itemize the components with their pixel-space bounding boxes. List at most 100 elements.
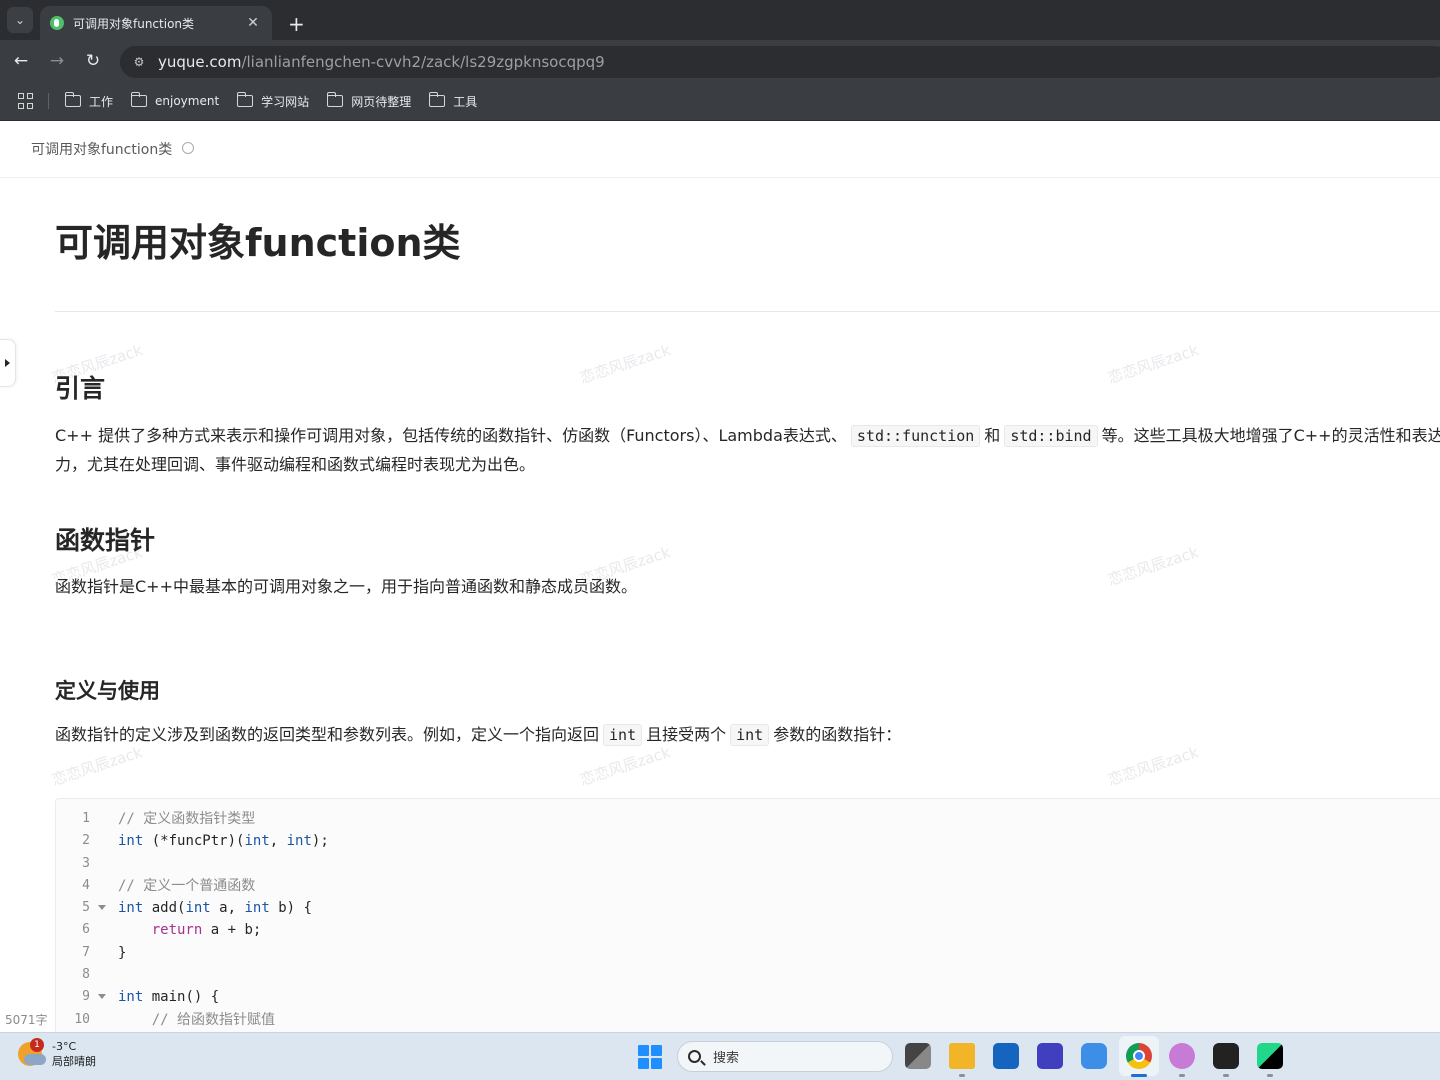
- close-icon[interactable]: ✕: [244, 15, 262, 31]
- search-placeholder: 搜索: [713, 1051, 740, 1066]
- weather-text: -3°C 局部晴朗: [52, 1039, 96, 1069]
- apps-grid-icon[interactable]: [18, 93, 34, 109]
- cat-app-icon[interactable]: [1169, 1043, 1195, 1069]
- url-host: yuque.com: [158, 53, 242, 71]
- code-block[interactable]: 1 // 定义函数指针类型 2 int (*funcPtr)(int, int); 3 4…: [55, 798, 1440, 1032]
- running-indicator: [1267, 1074, 1273, 1077]
- start-button[interactable]: [638, 1045, 662, 1069]
- bookmark-folder-enjoyment[interactable]: enjoyment: [130, 92, 220, 108]
- browser-tab[interactable]: 可调用对象function类 ✕: [40, 6, 272, 40]
- address-bar[interactable]: ⚙ yuque.com/lianlianfengchen-cvvh2/zack/…: [120, 46, 1440, 78]
- sync-status-icon[interactable]: [182, 142, 195, 154]
- inline-code: int: [730, 724, 770, 746]
- running-indicator: [959, 1074, 965, 1077]
- bookmark-folder-pages[interactable]: 网页待整理: [326, 92, 412, 110]
- inline-code: int: [603, 724, 643, 746]
- weather-widget[interactable]: 1 -3°C 局部晴朗: [18, 1038, 96, 1069]
- yuque-favicon-icon: [50, 16, 64, 30]
- heading-definition-usage: 定义与使用: [55, 679, 160, 703]
- heading-function-pointer: 函数指针: [55, 526, 156, 555]
- new-tab-button[interactable]: +: [288, 14, 305, 34]
- folder-icon: [130, 92, 148, 107]
- text-run: 和: [984, 426, 1001, 445]
- watermark: 恋恋风辰zack: [1105, 542, 1201, 590]
- line-number: 8: [82, 967, 90, 983]
- bookmark-label: enjoyment: [155, 94, 220, 108]
- video-app-icon[interactable]: [1213, 1043, 1239, 1069]
- code-text: int add(int a, int b) {: [118, 900, 312, 917]
- site-info-icon[interactable]: ⚙: [130, 53, 148, 71]
- running-indicator: [1223, 1074, 1229, 1077]
- app-a-icon[interactable]: [1081, 1043, 1107, 1069]
- url-text[interactable]: yuque.com/lianlianfengchen-cvvh2/zack/ls…: [158, 53, 605, 71]
- fold-caret-icon[interactable]: [98, 994, 106, 1000]
- bookmark-label: 网页待整理: [351, 94, 412, 109]
- code-line: 7}: [56, 942, 1440, 964]
- code-text: // 给函数指针赋值: [118, 1011, 276, 1028]
- arrow-right-icon: →: [49, 51, 65, 71]
- title-divider: [55, 311, 1440, 312]
- bookmark-folder-study[interactable]: 学习网站: [236, 92, 310, 110]
- chrome-taskbar-button[interactable]: [1119, 1036, 1159, 1076]
- clion-icon[interactable]: [1257, 1043, 1283, 1069]
- breadcrumb[interactable]: 可调用对象function类: [31, 139, 172, 159]
- inline-code: std::function: [850, 425, 981, 447]
- temperature: -3°C: [52, 1040, 77, 1053]
- intro-paragraph-line-1: C++ 提供了多种方式来表示和操作可调用对象，包括传统的函数指针、仿函数（Fun…: [55, 421, 1440, 451]
- line-number: 6: [82, 922, 90, 938]
- code-line: 3: [56, 853, 1440, 875]
- folder-icon: [64, 92, 81, 107]
- bookmark-folder-tools[interactable]: 工具: [428, 92, 478, 110]
- app-m-icon[interactable]: [1037, 1043, 1063, 1069]
- line-number: 3: [82, 855, 90, 871]
- code-line: 8: [56, 964, 1440, 986]
- file-explorer-icon[interactable]: [949, 1043, 975, 1069]
- definition-paragraph: 函数指针的定义涉及到函数的返回类型和参数列表。例如，定义一个指向返回 int 且接受…: [55, 720, 901, 750]
- code-text: int main() {: [118, 989, 220, 1006]
- code-text: return a + b;: [151, 922, 262, 939]
- bookmark-folder-work[interactable]: 工作: [64, 92, 113, 110]
- sidebar-toggle-button[interactable]: [0, 339, 16, 387]
- fold-caret-icon[interactable]: [98, 905, 106, 911]
- document-page: 可调用对象function类 恋恋风辰zack 恋恋风辰zack 恋恋风辰zac…: [0, 121, 1440, 1032]
- code-text: }: [118, 944, 127, 961]
- code-line: 1 // 定义函数指针类型: [56, 808, 1440, 830]
- forward-button[interactable]: →: [42, 46, 72, 76]
- text-run: 参数的函数指针：: [773, 725, 902, 744]
- browser-toolbar: ← → ↻ ⚙ yuque.com/lianlianfengchen-cvvh2…: [0, 40, 1440, 82]
- line-number: 2: [82, 833, 90, 849]
- line-number: 7: [82, 944, 90, 960]
- bookmark-label: 工具: [453, 94, 478, 109]
- code-line: 5 int add(int a, int b) {: [56, 897, 1440, 919]
- reload-button[interactable]: ↻: [78, 46, 108, 76]
- heading-intro: 引言: [55, 374, 106, 403]
- intro-paragraph-line-2: 力，尤其在处理回调、事件驱动编程和函数式编程时表现尤为出色。: [55, 455, 536, 474]
- line-number: 1: [82, 811, 90, 826]
- chevron-down-icon: ⌄: [14, 13, 26, 27]
- text-run: 等。这些工具极大地增强了C++的灵活性和表达力: [1101, 426, 1440, 445]
- partly-sunny-icon: 1: [18, 1038, 46, 1066]
- code-line: 9 int main() {: [56, 986, 1440, 1008]
- function-pointer-paragraph: 函数指针是C++中最基本的可调用对象之一，用于指向普通函数和静态成员函数。: [55, 577, 637, 596]
- bookmark-label: 学习网站: [261, 94, 310, 109]
- page-title: 可调用对象function类: [55, 221, 461, 265]
- microsoft-store-icon[interactable]: [993, 1043, 1019, 1069]
- document-header: 可调用对象function类: [0, 121, 1440, 178]
- taskbar-search[interactable]: 搜索: [677, 1041, 893, 1072]
- browser-tab-strip: ⌄ 可调用对象function类 ✕ +: [0, 0, 1440, 40]
- tab-search-button[interactable]: ⌄: [7, 7, 33, 33]
- folder-icon: [326, 92, 344, 107]
- tab-title: 可调用对象function类: [73, 16, 195, 31]
- code-line: 2 int (*funcPtr)(int, int);: [56, 830, 1440, 852]
- line-number: 4: [82, 877, 90, 893]
- back-button[interactable]: ←: [6, 46, 36, 76]
- search-icon: [688, 1050, 701, 1063]
- active-indicator: [1131, 1074, 1147, 1077]
- code-line: 4 // 定义一个普通函数: [56, 875, 1440, 897]
- watermark: 恋恋风辰zack: [1105, 340, 1201, 388]
- task-view-icon[interactable]: [905, 1043, 931, 1069]
- watermark: 恋恋风辰zack: [577, 340, 673, 388]
- line-number: 10: [74, 1011, 90, 1027]
- inline-code: std::bind: [1004, 425, 1098, 447]
- folder-icon: [236, 92, 254, 107]
